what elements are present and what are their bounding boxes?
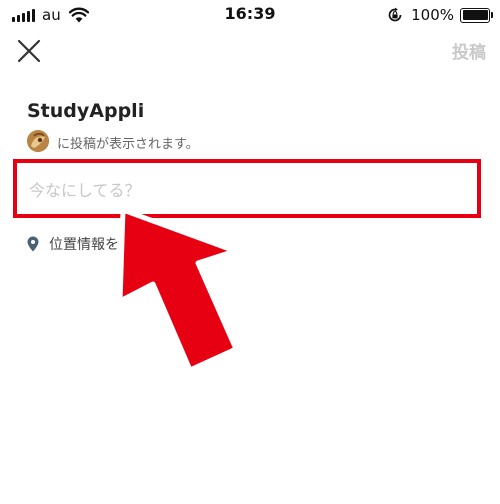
avatar-image <box>27 130 49 152</box>
arrow-shape <box>117 207 239 373</box>
battery-fill <box>462 10 488 20</box>
status-bar: au 16:39 100% <box>0 0 500 30</box>
account-name: StudyAppli <box>27 100 145 122</box>
location-label: 位置情報を <box>49 237 119 253</box>
visibility-note: に投稿が表示されます。 <box>57 137 199 152</box>
battery-percent: 100% <box>411 6 454 24</box>
location-button[interactable]: 位置情報を <box>27 234 119 254</box>
avatar <box>27 130 49 152</box>
orientation-lock-icon <box>388 7 402 22</box>
compose-field-highlight <box>13 159 481 218</box>
post-button[interactable]: 投稿 <box>452 38 486 63</box>
location-pin-icon <box>27 236 39 252</box>
battery-icon <box>460 7 493 23</box>
compose-input[interactable] <box>27 171 467 209</box>
close-icon[interactable] <box>16 38 42 64</box>
status-right: 100% <box>387 5 493 25</box>
